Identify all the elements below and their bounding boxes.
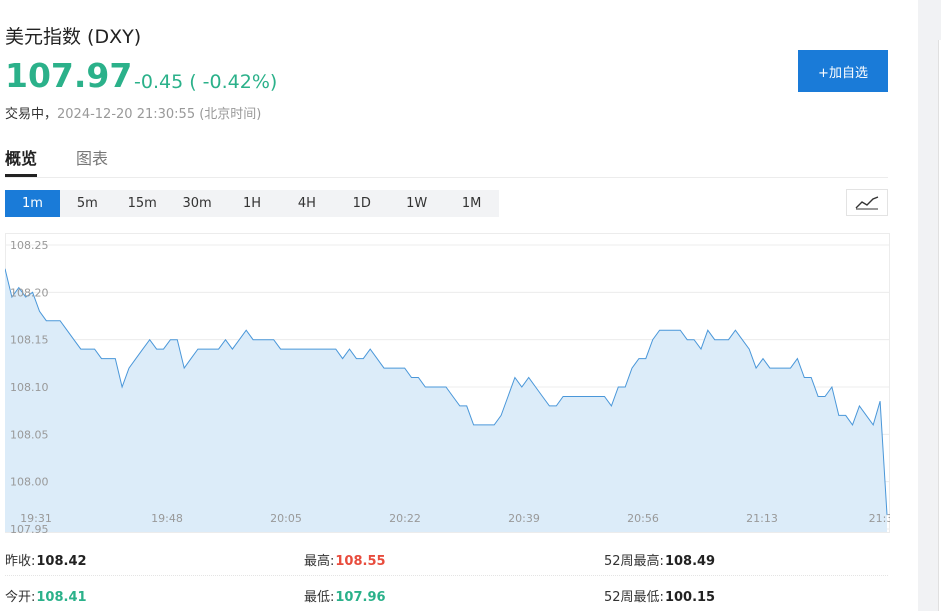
- period-5m[interactable]: 5m: [60, 190, 115, 217]
- trading-status: 交易中，: [5, 107, 58, 122]
- stat-label: 昨收:: [5, 554, 36, 569]
- stat-52w-low: 52周最低:100.15: [604, 586, 715, 605]
- stat-value: 100.15: [664, 590, 716, 605]
- x-tick-label: 19:31: [20, 512, 52, 525]
- stat-high: 最高:108.55: [304, 550, 386, 569]
- x-tick-label: 20:22: [389, 512, 421, 525]
- stat-value: 108.42: [36, 554, 87, 569]
- period-15m[interactable]: 15m: [115, 190, 170, 217]
- stat-prev-close: 昨收:108.42: [5, 550, 87, 569]
- chart-type-toggle[interactable]: [846, 189, 888, 216]
- x-tick-label: 21:3: [869, 512, 890, 525]
- price-change: -0.45 ( -0.42%): [134, 71, 278, 93]
- price-chart: 108.25 108.20 108.15 108.10 108.05 108.00 107.…: [5, 233, 890, 533]
- stat-label: 最高:: [304, 554, 335, 569]
- stat-label: 52周最高:: [604, 554, 664, 569]
- add-watchlist-button[interactable]: +加自选: [798, 50, 888, 92]
- y-tick-label: 108.15: [10, 334, 49, 347]
- tab-bar: 概览 图表: [5, 145, 888, 178]
- period-1m[interactable]: 1m: [5, 190, 60, 217]
- period-1mo[interactable]: 1M: [444, 190, 499, 217]
- stat-open: 今开:108.41: [5, 586, 87, 605]
- stat-low: 最低:107.96: [304, 586, 386, 605]
- stats-row: 今开:108.41 最低:107.96 52周最低:100.15: [5, 576, 888, 611]
- x-tick-label: 20:56: [627, 512, 659, 525]
- x-tick-label: 20:39: [508, 512, 540, 525]
- period-4h[interactable]: 4H: [279, 190, 334, 217]
- y-tick-label: 108.10: [10, 381, 49, 394]
- price-chart-svg: 108.25108.20108.15108.10108.05108.00107.…: [5, 233, 890, 533]
- right-scroll-area: [918, 0, 941, 611]
- x-tick-label: 21:13: [746, 512, 778, 525]
- y-tick-label: 108.20: [10, 286, 49, 299]
- tab-chart[interactable]: 图表: [76, 145, 108, 176]
- stat-value: 108.41: [36, 590, 87, 605]
- stat-label: 今开:: [5, 590, 36, 605]
- stat-value: 108.55: [335, 554, 386, 569]
- period-1d[interactable]: 1D: [334, 190, 389, 217]
- timestamp: 2024-12-20 21:30:55 (北京时间): [57, 107, 262, 122]
- page-title: 美元指数 (DXY): [5, 26, 142, 48]
- period-30m[interactable]: 30m: [170, 190, 225, 217]
- stat-label: 52周最低:: [604, 590, 664, 605]
- tab-overview[interactable]: 概览: [5, 145, 38, 177]
- y-tick-label: 108.25: [10, 239, 49, 252]
- period-selector: 1m 5m 15m 30m 1H 4H 1D 1W 1M: [5, 190, 499, 217]
- period-1w[interactable]: 1W: [389, 190, 444, 217]
- y-tick-label: 108.00: [10, 476, 49, 489]
- x-tick-label: 20:05: [270, 512, 302, 525]
- line-chart-icon: [855, 195, 879, 209]
- stat-52w-high: 52周最高:108.49: [604, 550, 715, 569]
- stats-row: 昨收:108.42 最高:108.55 52周最高:108.49: [5, 540, 888, 576]
- status-line: 交易中，2024-12-20 21:30:55 (北京时间): [5, 103, 261, 122]
- x-tick-label: 19:48: [151, 512, 183, 525]
- stat-label: 最低:: [304, 590, 335, 605]
- stat-value: 107.96: [335, 590, 386, 605]
- stat-value: 108.49: [664, 554, 716, 569]
- period-1h[interactable]: 1H: [225, 190, 280, 217]
- current-price: 107.97: [5, 56, 133, 95]
- y-tick-label: 108.05: [10, 428, 49, 441]
